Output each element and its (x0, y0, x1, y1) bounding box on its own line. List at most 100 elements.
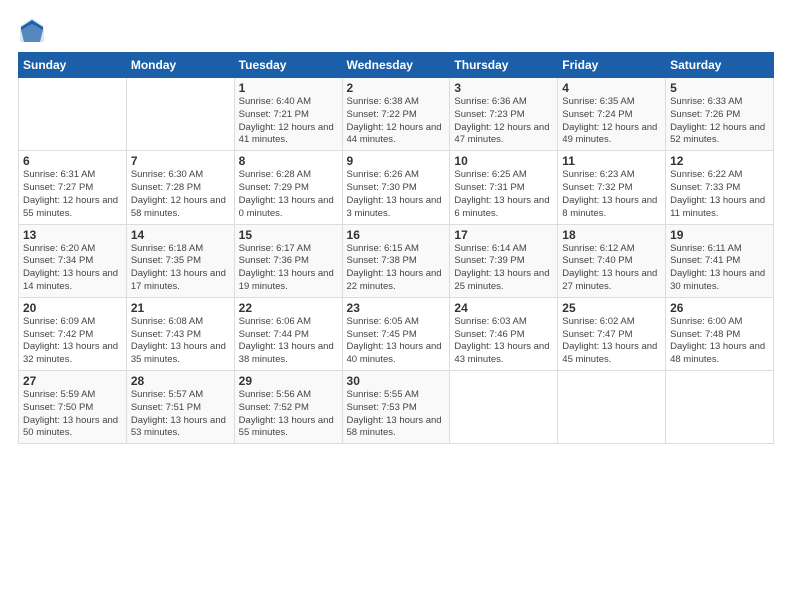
day-info: Sunrise: 5:57 AMSunset: 7:51 PMDaylight:… (131, 389, 230, 440)
day-number: 9 (347, 154, 446, 168)
day-cell: 27Sunrise: 5:59 AMSunset: 7:50 PMDayligh… (19, 371, 127, 444)
day-cell: 25Sunrise: 6:02 AMSunset: 7:47 PMDayligh… (558, 297, 666, 370)
day-cell: 4Sunrise: 6:35 AMSunset: 7:24 PMDaylight… (558, 78, 666, 151)
day-info: Sunrise: 6:25 AMSunset: 7:31 PMDaylight:… (454, 169, 553, 220)
day-number: 17 (454, 228, 553, 242)
day-header-sunday: Sunday (19, 53, 127, 78)
day-info: Sunrise: 6:09 AMSunset: 7:42 PMDaylight:… (23, 316, 122, 367)
day-cell: 2Sunrise: 6:38 AMSunset: 7:22 PMDaylight… (342, 78, 450, 151)
day-info: Sunrise: 6:31 AMSunset: 7:27 PMDaylight:… (23, 169, 122, 220)
day-number: 8 (239, 154, 338, 168)
day-cell: 24Sunrise: 6:03 AMSunset: 7:46 PMDayligh… (450, 297, 558, 370)
day-header-tuesday: Tuesday (234, 53, 342, 78)
day-cell (558, 371, 666, 444)
week-row-1: 1Sunrise: 6:40 AMSunset: 7:21 PMDaylight… (19, 78, 774, 151)
day-info: Sunrise: 6:11 AMSunset: 7:41 PMDaylight:… (670, 243, 769, 294)
day-info: Sunrise: 5:56 AMSunset: 7:52 PMDaylight:… (239, 389, 338, 440)
day-info: Sunrise: 6:38 AMSunset: 7:22 PMDaylight:… (347, 96, 446, 147)
day-info: Sunrise: 6:08 AMSunset: 7:43 PMDaylight:… (131, 316, 230, 367)
day-header-wednesday: Wednesday (342, 53, 450, 78)
day-number: 7 (131, 154, 230, 168)
week-row-4: 20Sunrise: 6:09 AMSunset: 7:42 PMDayligh… (19, 297, 774, 370)
header-row: SundayMondayTuesdayWednesdayThursdayFrid… (19, 53, 774, 78)
day-cell: 13Sunrise: 6:20 AMSunset: 7:34 PMDayligh… (19, 224, 127, 297)
day-number: 30 (347, 374, 446, 388)
day-number: 19 (670, 228, 769, 242)
day-number: 20 (23, 301, 122, 315)
day-cell: 5Sunrise: 6:33 AMSunset: 7:26 PMDaylight… (666, 78, 774, 151)
day-number: 27 (23, 374, 122, 388)
day-info: Sunrise: 6:17 AMSunset: 7:36 PMDaylight:… (239, 243, 338, 294)
day-number: 26 (670, 301, 769, 315)
day-number: 25 (562, 301, 661, 315)
logo-icon (18, 16, 46, 44)
day-cell: 14Sunrise: 6:18 AMSunset: 7:35 PMDayligh… (126, 224, 234, 297)
day-cell: 11Sunrise: 6:23 AMSunset: 7:32 PMDayligh… (558, 151, 666, 224)
day-info: Sunrise: 5:55 AMSunset: 7:53 PMDaylight:… (347, 389, 446, 440)
day-cell: 7Sunrise: 6:30 AMSunset: 7:28 PMDaylight… (126, 151, 234, 224)
day-info: Sunrise: 6:40 AMSunset: 7:21 PMDaylight:… (239, 96, 338, 147)
logo (18, 16, 50, 44)
day-cell: 1Sunrise: 6:40 AMSunset: 7:21 PMDaylight… (234, 78, 342, 151)
day-number: 21 (131, 301, 230, 315)
day-number: 14 (131, 228, 230, 242)
day-info: Sunrise: 6:06 AMSunset: 7:44 PMDaylight:… (239, 316, 338, 367)
header (18, 16, 774, 44)
day-number: 18 (562, 228, 661, 242)
day-number: 24 (454, 301, 553, 315)
day-number: 23 (347, 301, 446, 315)
day-info: Sunrise: 6:28 AMSunset: 7:29 PMDaylight:… (239, 169, 338, 220)
day-cell (19, 78, 127, 151)
week-row-2: 6Sunrise: 6:31 AMSunset: 7:27 PMDaylight… (19, 151, 774, 224)
day-info: Sunrise: 6:05 AMSunset: 7:45 PMDaylight:… (347, 316, 446, 367)
day-cell: 21Sunrise: 6:08 AMSunset: 7:43 PMDayligh… (126, 297, 234, 370)
day-number: 1 (239, 81, 338, 95)
day-number: 2 (347, 81, 446, 95)
day-cell (126, 78, 234, 151)
day-cell (666, 371, 774, 444)
day-cell: 18Sunrise: 6:12 AMSunset: 7:40 PMDayligh… (558, 224, 666, 297)
day-number: 5 (670, 81, 769, 95)
day-number: 13 (23, 228, 122, 242)
day-info: Sunrise: 6:30 AMSunset: 7:28 PMDaylight:… (131, 169, 230, 220)
day-info: Sunrise: 6:20 AMSunset: 7:34 PMDaylight:… (23, 243, 122, 294)
day-info: Sunrise: 6:00 AMSunset: 7:48 PMDaylight:… (670, 316, 769, 367)
day-number: 16 (347, 228, 446, 242)
day-cell: 12Sunrise: 6:22 AMSunset: 7:33 PMDayligh… (666, 151, 774, 224)
day-info: Sunrise: 6:35 AMSunset: 7:24 PMDaylight:… (562, 96, 661, 147)
day-info: Sunrise: 6:12 AMSunset: 7:40 PMDaylight:… (562, 243, 661, 294)
day-header-thursday: Thursday (450, 53, 558, 78)
day-number: 28 (131, 374, 230, 388)
day-header-saturday: Saturday (666, 53, 774, 78)
day-header-monday: Monday (126, 53, 234, 78)
day-info: Sunrise: 6:03 AMSunset: 7:46 PMDaylight:… (454, 316, 553, 367)
day-number: 11 (562, 154, 661, 168)
day-header-friday: Friday (558, 53, 666, 78)
day-cell: 15Sunrise: 6:17 AMSunset: 7:36 PMDayligh… (234, 224, 342, 297)
day-info: Sunrise: 6:14 AMSunset: 7:39 PMDaylight:… (454, 243, 553, 294)
calendar-table: SundayMondayTuesdayWednesdayThursdayFrid… (18, 52, 774, 444)
calendar-page: SundayMondayTuesdayWednesdayThursdayFrid… (0, 0, 792, 612)
day-cell: 3Sunrise: 6:36 AMSunset: 7:23 PMDaylight… (450, 78, 558, 151)
day-cell: 22Sunrise: 6:06 AMSunset: 7:44 PMDayligh… (234, 297, 342, 370)
day-info: Sunrise: 6:18 AMSunset: 7:35 PMDaylight:… (131, 243, 230, 294)
day-cell (450, 371, 558, 444)
day-info: Sunrise: 6:26 AMSunset: 7:30 PMDaylight:… (347, 169, 446, 220)
day-number: 6 (23, 154, 122, 168)
week-row-3: 13Sunrise: 6:20 AMSunset: 7:34 PMDayligh… (19, 224, 774, 297)
day-number: 22 (239, 301, 338, 315)
day-info: Sunrise: 6:33 AMSunset: 7:26 PMDaylight:… (670, 96, 769, 147)
day-cell: 20Sunrise: 6:09 AMSunset: 7:42 PMDayligh… (19, 297, 127, 370)
day-cell: 16Sunrise: 6:15 AMSunset: 7:38 PMDayligh… (342, 224, 450, 297)
day-cell: 19Sunrise: 6:11 AMSunset: 7:41 PMDayligh… (666, 224, 774, 297)
day-cell: 8Sunrise: 6:28 AMSunset: 7:29 PMDaylight… (234, 151, 342, 224)
day-number: 12 (670, 154, 769, 168)
day-cell: 26Sunrise: 6:00 AMSunset: 7:48 PMDayligh… (666, 297, 774, 370)
day-number: 4 (562, 81, 661, 95)
day-cell: 9Sunrise: 6:26 AMSunset: 7:30 PMDaylight… (342, 151, 450, 224)
day-info: Sunrise: 5:59 AMSunset: 7:50 PMDaylight:… (23, 389, 122, 440)
day-info: Sunrise: 6:22 AMSunset: 7:33 PMDaylight:… (670, 169, 769, 220)
day-cell: 10Sunrise: 6:25 AMSunset: 7:31 PMDayligh… (450, 151, 558, 224)
day-info: Sunrise: 6:02 AMSunset: 7:47 PMDaylight:… (562, 316, 661, 367)
day-cell: 6Sunrise: 6:31 AMSunset: 7:27 PMDaylight… (19, 151, 127, 224)
